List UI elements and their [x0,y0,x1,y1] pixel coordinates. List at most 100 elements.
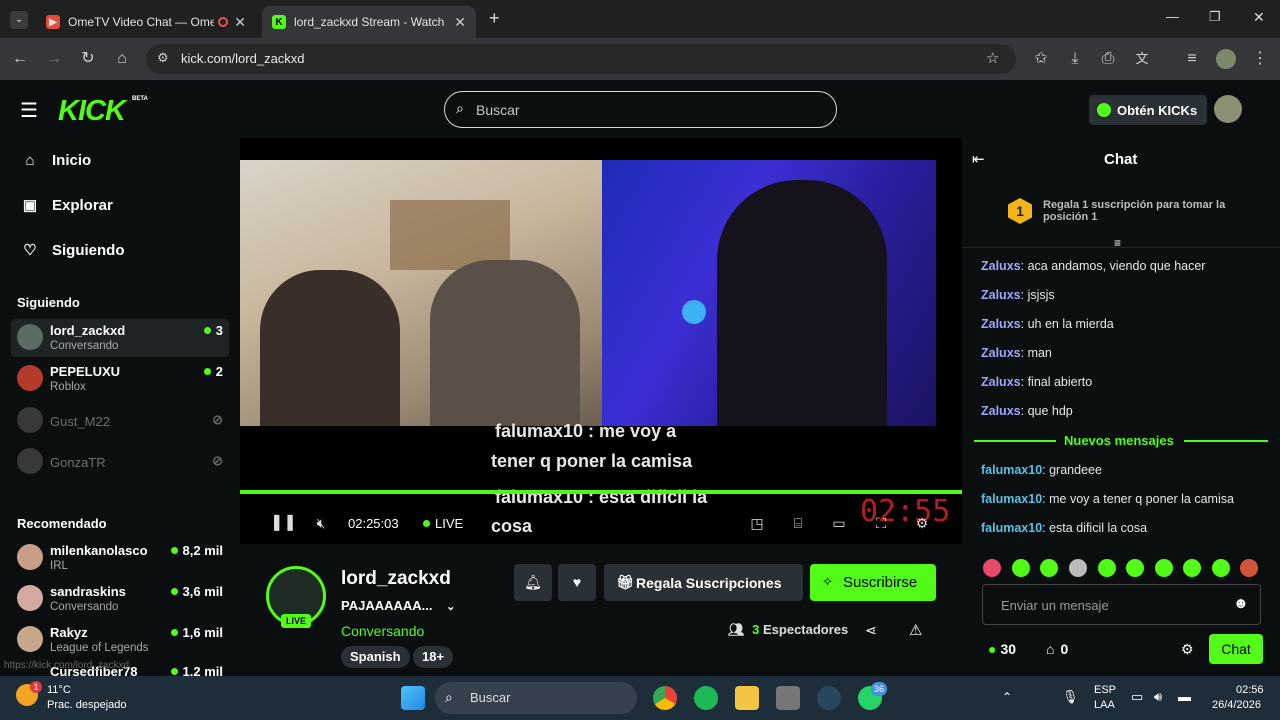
notification-bell-button[interactable]: 🔔︎ [514,564,552,601]
home-icon[interactable]: ⌂ [112,49,132,69]
chevron-down-icon[interactable]: ⌄ [446,601,455,613]
clip-icon[interactable]: ⌸ [789,514,807,532]
tag-language[interactable]: Spanish [341,646,410,668]
following-channel[interactable]: PEPELUXU Roblox 2 [11,360,229,398]
subscribe-button[interactable]: ✧ Suscribirse [810,564,936,601]
kicks-balance[interactable]: ● 30 [988,641,1016,657]
close-tab-icon[interactable]: ✕ [454,14,466,31]
emote[interactable] [1012,559,1030,577]
windows-start-icon[interactable] [401,686,425,710]
network-icon[interactable]: ▭ [1131,689,1143,705]
kick-favicon-icon: K [272,15,286,29]
emote[interactable] [1155,559,1173,577]
site-info-icon[interactable]: ⚙ [157,50,169,66]
collapse-chat-icon[interactable]: ⇤ [972,150,985,168]
minimize-button[interactable]: — [1166,9,1179,24]
emote[interactable] [1212,559,1230,577]
stream-category[interactable]: Conversando [341,623,424,639]
live-dot [170,668,178,675]
avatar [17,585,43,611]
volume-icon[interactable]: 🔊︎ [1154,689,1162,705]
show-hidden-icons[interactable]: ⌃ [1002,690,1012,704]
print-icon[interactable]: ⎙ [1098,49,1118,69]
url-text[interactable]: kick.com/lord_zackxd [181,51,305,66]
emote[interactable] [1069,559,1087,577]
emote[interactable] [1040,559,1058,577]
favorites-icon[interactable]: ✩ [1031,49,1051,69]
battery-icon[interactable]: ▬ [1178,689,1191,704]
sidebar-item-explore[interactable]: ▣ Explorar [22,197,113,214]
send-chat-button[interactable]: Chat [1209,634,1263,664]
share-icon[interactable]: ⋖ [865,622,877,639]
close-tab-icon[interactable]: ✕ [234,14,246,31]
emote[interactable] [1183,559,1201,577]
store-balance[interactable]: ⌂ 0 [1046,641,1068,657]
kicks-coin-icon [1097,103,1111,117]
reload-icon[interactable]: ↻ [78,49,98,69]
tag-age[interactable]: 18+ [413,646,454,668]
follow-heart-button[interactable]: ♥ [558,564,596,601]
forward-icon[interactable]: → [44,49,64,69]
taskbar-search[interactable]: ⌕ Buscar [435,682,637,714]
recommended-channel[interactable]: Rakyz League of Legends 1,6 mil [11,621,229,659]
url-bar[interactable]: ⚙ kick.com/lord_zackxd ☆ [146,44,1016,74]
emote[interactable] [983,559,1001,577]
microphone-icon[interactable]: 🎙︎ [1062,689,1079,705]
gift-subscriptions-button[interactable]: 🎁︎ Regala Suscripciones [604,564,803,601]
clock-time[interactable]: 02:56 [1236,684,1264,696]
channel-name[interactable]: lord_zackxd [341,568,451,590]
maximize-button[interactable]: ❐ [1209,9,1221,25]
browser-menu-icon[interactable]: ⋮ [1250,49,1270,69]
fullscreen-icon[interactable]: ⛶ [872,514,890,532]
recommended-channel[interactable]: milenkanolasco IRL 8,2 mil [11,539,229,577]
new-tab-button[interactable]: + [489,8,500,29]
back-icon[interactable]: ← [10,49,30,69]
emote[interactable] [1240,559,1258,577]
close-window-button[interactable]: ✕ [1253,9,1265,26]
chat-settings-icon[interactable]: ⚙ [1181,641,1194,658]
steam-icon[interactable] [817,686,841,710]
kick-logo[interactable]: KICK [58,95,126,128]
file-explorer-icon[interactable] [735,686,759,710]
chat-message-input[interactable]: Enviar un mensaje ☻ [982,584,1261,625]
translate-icon[interactable]: 文 [1132,49,1152,69]
sidebar-item-home[interactable]: ⌂ Inicio [22,152,91,169]
expand-icon[interactable]: ≡ [1114,236,1121,250]
following-channel[interactable]: Gust_M22 ⊘ [11,402,229,440]
mute-icon[interactable]: 🔇︎ [312,514,330,532]
person-streamer [717,180,887,426]
emote[interactable] [1098,559,1116,577]
recommended-channel[interactable]: sandraskins Conversando 3,6 mil [11,580,229,618]
get-kicks-button[interactable]: Obtén KICKs [1089,95,1207,125]
clock-date[interactable]: 26/4/2026 [1212,699,1261,711]
language-bottom[interactable]: LAA [1094,699,1115,711]
media-controls-icon[interactable]: ≡ [1182,49,1202,69]
beta-badge: BETA [132,96,148,102]
settings-icon[interactable]: ⚙ [913,514,931,532]
following-channel[interactable]: lord_zackxd Conversando 3 [11,319,229,357]
profile-avatar[interactable] [1216,49,1236,69]
pause-icon[interactable]: ❚❚ [270,514,297,532]
app-icon[interactable] [776,686,800,710]
search-input[interactable]: ⌕ Buscar [444,91,837,128]
hamburger-menu-icon[interactable]: ☰ [20,98,38,123]
download-icon[interactable]: ⤓ [1065,49,1085,69]
tab-ometv[interactable]: ▶ OmeTV Video Chat — Ome ✕ [36,6,256,38]
chat-message: Zaluxs: uh en la mierda [981,317,1114,331]
theater-mode-icon[interactable]: ▭ [830,514,848,532]
tab-search-icon[interactable]: ⌄ [10,11,28,29]
bookmark-star-icon[interactable]: ☆ [986,49,999,67]
spotify-icon[interactable] [694,686,718,710]
emoji-picker-icon[interactable]: ☻ [1233,595,1249,612]
tab-kick[interactable]: K lord_zackxd Stream - Watch Liv ✕ [262,6,476,38]
emote[interactable] [1126,559,1144,577]
language-top[interactable]: ESP [1094,684,1116,696]
user-avatar[interactable] [1214,95,1242,123]
chrome-icon[interactable] [653,686,677,710]
report-icon[interactable]: ⚠ [909,621,922,639]
sidebar-item-following[interactable]: ♡ Siguiendo [22,242,124,259]
progress-bar[interactable] [240,490,962,494]
following-channel[interactable]: GonzaTR ⊘ [11,443,229,481]
picture-in-picture-icon[interactable]: ◳ [748,514,766,532]
video-player[interactable]: falumax10 : me voy a tener q poner la ca… [240,138,962,544]
